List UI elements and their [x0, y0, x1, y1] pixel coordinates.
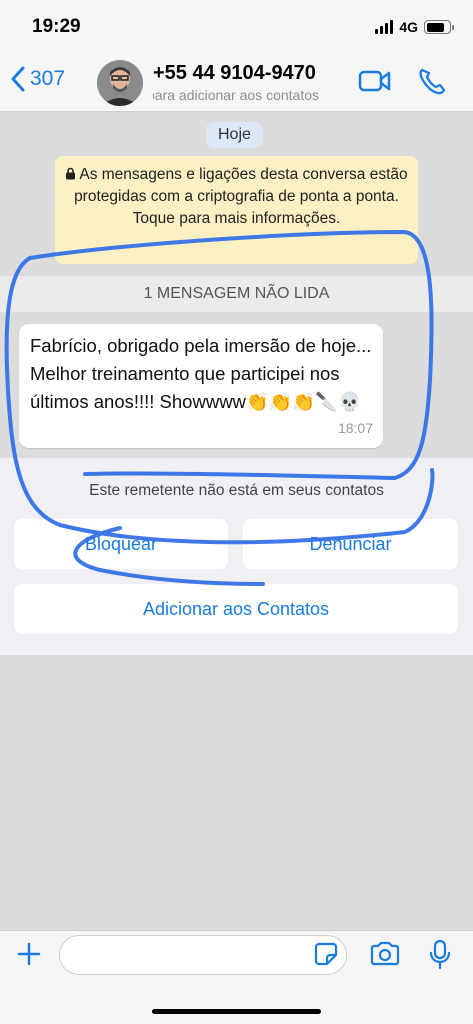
message-input-bar	[0, 930, 473, 1024]
microphone-button[interactable]	[428, 939, 452, 976]
voice-call-button[interactable]	[415, 66, 451, 101]
contact-subtitle[interactable]: para adicionar aos contatos	[153, 87, 353, 103]
chat-area[interactable]: Hoje As mensagens e ligações desta conve…	[0, 112, 473, 930]
message-input[interactable]	[59, 935, 347, 975]
chat-header: 307 +55 44 9104-9470 para adicionar aos …	[0, 54, 473, 112]
unread-chats-count: 307	[30, 67, 66, 90]
message-bubble[interactable]: Fabrício, obrigado pela imersão de hoje.…	[19, 324, 383, 448]
encryption-text: As mensagens e ligações desta conversa e…	[74, 166, 408, 227]
plus-icon	[17, 942, 41, 966]
report-button[interactable]: Denunciar	[243, 519, 458, 569]
sticker-button[interactable]	[313, 941, 339, 972]
avatar[interactable]	[97, 60, 143, 106]
block-button[interactable]: Bloquear	[14, 519, 228, 569]
message-text: Fabrício, obrigado pela imersão de hoje.…	[30, 335, 372, 412]
attach-button[interactable]	[16, 941, 42, 972]
sticker-icon	[314, 942, 338, 966]
video-call-button[interactable]	[358, 68, 392, 99]
unknown-sender-note: Este remetente não está em seus contatos	[89, 482, 384, 499]
video-camera-icon	[358, 70, 391, 92]
date-label: Hoje	[206, 122, 263, 148]
status-indicators: 4G	[375, 19, 454, 35]
battery-icon	[424, 20, 454, 34]
avatar-photo	[97, 60, 143, 106]
status-bar: 19:29 4G	[0, 0, 473, 54]
unknown-sender-panel: Este remetente não está em seus contatos…	[0, 458, 473, 655]
status-time: 19:29	[32, 16, 81, 37]
camera-icon	[370, 941, 400, 966]
add-contact-button[interactable]: Adicionar aos Contatos	[14, 584, 458, 634]
encryption-notice[interactable]: As mensagens e ligações desta conversa e…	[55, 156, 418, 264]
lock-icon	[66, 167, 76, 180]
network-type: 4G	[399, 19, 418, 35]
camera-button[interactable]	[369, 941, 401, 972]
phone-icon	[419, 68, 446, 95]
back-button[interactable]: 307	[10, 66, 65, 92]
message-time: 18:07	[337, 420, 373, 436]
home-indicator	[152, 1009, 321, 1014]
unread-banner: 1 MENSAGEM NÃO LIDA	[0, 276, 473, 312]
signal-icon	[375, 20, 394, 34]
battery-level	[426, 22, 445, 32]
contact-name[interactable]: +55 44 9104-9470	[153, 62, 316, 85]
microphone-icon	[429, 939, 451, 970]
back-chevron-icon	[11, 66, 25, 92]
